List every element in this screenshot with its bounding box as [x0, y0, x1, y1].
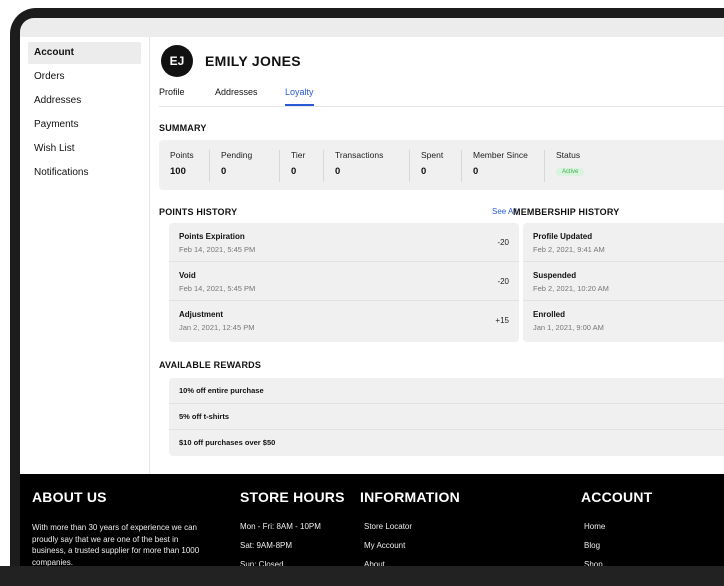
summary-spent: Spent 0 [409, 150, 443, 182]
reward-item[interactable]: 5% off t-shirts [169, 404, 724, 430]
points-amount: +15 [495, 316, 509, 325]
history-date: Feb 2, 2021, 10:20 AM [533, 284, 609, 293]
summary-label: Member Since [473, 150, 528, 160]
avatar: EJ [161, 45, 193, 77]
footer-link-my-account[interactable]: My Account [364, 541, 412, 560]
history-title: Profile Updated [533, 232, 593, 241]
list-item: Profile Updated Feb 2, 2021, 9:41 AM [523, 223, 724, 262]
summary-label: Transactions [335, 150, 384, 160]
list-item: Adjustment Jan 2, 2021, 12:45 PM +15 [169, 301, 519, 340]
summary-tier: Tier 0 [279, 150, 305, 182]
store-hours-line: Mon - Fri: 8AM - 10PM [240, 522, 321, 531]
window-top-bar [20, 18, 724, 37]
summary-transactions: Transactions 0 [323, 150, 383, 182]
summary-label: Tier [291, 150, 306, 160]
history-title: Points Expiration [179, 232, 245, 241]
footer-link-blog[interactable]: Blog [584, 541, 605, 560]
history-date: Jan 2, 2021, 12:45 PM [179, 323, 255, 332]
points-amount: -20 [497, 277, 509, 286]
points-amount: -20 [497, 238, 509, 247]
store-hours-line: Sat: 9AM-8PM [240, 541, 293, 550]
footer-hours-title: STORE HOURS [240, 489, 345, 505]
reward-item[interactable]: 10% off entire purchase [169, 378, 724, 404]
history-date: Jan 1, 2021, 9:00 AM [533, 323, 604, 332]
rewards-panel: 10% off entire purchase 5% off t-shirts … [169, 378, 724, 456]
sidebar-item-wish-list[interactable]: Wish List [28, 138, 141, 160]
summary-value: 0 [221, 166, 227, 177]
summary-member-since: Member Since 0 [461, 150, 528, 182]
summary-value: 0 [473, 166, 479, 177]
history-title: Suspended [533, 271, 577, 280]
device-bezel-bottom [0, 566, 724, 586]
summary-status: Status Active [544, 150, 585, 182]
footer-account-title: ACCOUNT [581, 489, 653, 505]
sidebar-item-notifications[interactable]: Notifications [28, 162, 141, 184]
list-item: Suspended Feb 2, 2021, 10:20 AM [523, 262, 724, 301]
tab-addresses[interactable]: Addresses [215, 87, 258, 106]
account-sidebar: Account Orders Addresses Payments Wish L… [20, 37, 150, 474]
summary-value: 0 [335, 166, 341, 177]
membership-history-title: MEMBERSHIP HISTORY [513, 207, 620, 217]
profile-tabs: Profile Addresses Loyalty [159, 87, 724, 107]
summary-label: Pending [221, 150, 253, 160]
points-history-title: POINTS HISTORY [159, 207, 238, 217]
sidebar-item-addresses[interactable]: Addresses [28, 90, 141, 112]
summary-label: Points [170, 150, 194, 160]
summary-value: 0 [421, 166, 427, 177]
main-content: EJ EMILY JONES Profile Addresses Loyalty… [159, 37, 724, 474]
tab-loyalty[interactable]: Loyalty [285, 87, 314, 106]
footer-information-title: INFORMATION [360, 489, 460, 505]
list-item: Void Feb 14, 2021, 5:45 PM -20 [169, 262, 519, 301]
summary-panel: Points 100 Pending 0 Tier 0 Transactions… [159, 140, 724, 190]
footer-about-text: With more than 30 years of experience we… [32, 523, 200, 567]
user-name: EMILY JONES [205, 53, 301, 69]
summary-value: 0 [291, 166, 297, 177]
rewards-title: AVAILABLE REWARDS [159, 360, 262, 370]
status-badge: Active [556, 168, 585, 176]
footer-link-home[interactable]: Home [584, 522, 605, 541]
points-history-panel: Points Expiration Feb 14, 2021, 5:45 PM … [169, 223, 519, 342]
sidebar-item-payments[interactable]: Payments [28, 114, 141, 136]
sidebar-item-account[interactable]: Account [28, 42, 141, 64]
footer-about-title: ABOUT US [32, 489, 107, 505]
tab-profile[interactable]: Profile [159, 87, 185, 106]
summary-label: Status [556, 150, 581, 160]
list-item: Enrolled Jan 1, 2021, 9:00 AM [523, 301, 724, 340]
summary-value: 100 [170, 166, 186, 177]
history-date: Feb 14, 2021, 5:45 PM [179, 284, 256, 293]
summary-points: Points 100 [159, 150, 194, 182]
summary-pending: Pending 0 [209, 150, 252, 182]
reward-item[interactable]: $10 off purchases over $50 [169, 430, 724, 456]
app-screen: Account Orders Addresses Payments Wish L… [20, 37, 724, 586]
summary-title: SUMMARY [159, 123, 207, 133]
history-date: Feb 2, 2021, 9:41 AM [533, 245, 605, 254]
membership-history-panel: Profile Updated Feb 2, 2021, 9:41 AM Sus… [523, 223, 724, 342]
history-date: Feb 14, 2021, 5:45 PM [179, 245, 256, 254]
history-title: Enrolled [533, 310, 566, 319]
footer-link-store-locator[interactable]: Store Locator [364, 522, 412, 541]
sidebar-item-orders[interactable]: Orders [28, 66, 141, 88]
list-item: Points Expiration Feb 14, 2021, 5:45 PM … [169, 223, 519, 262]
history-title: Void [179, 271, 196, 280]
summary-label: Spent [421, 150, 444, 160]
history-title: Adjustment [179, 310, 223, 319]
